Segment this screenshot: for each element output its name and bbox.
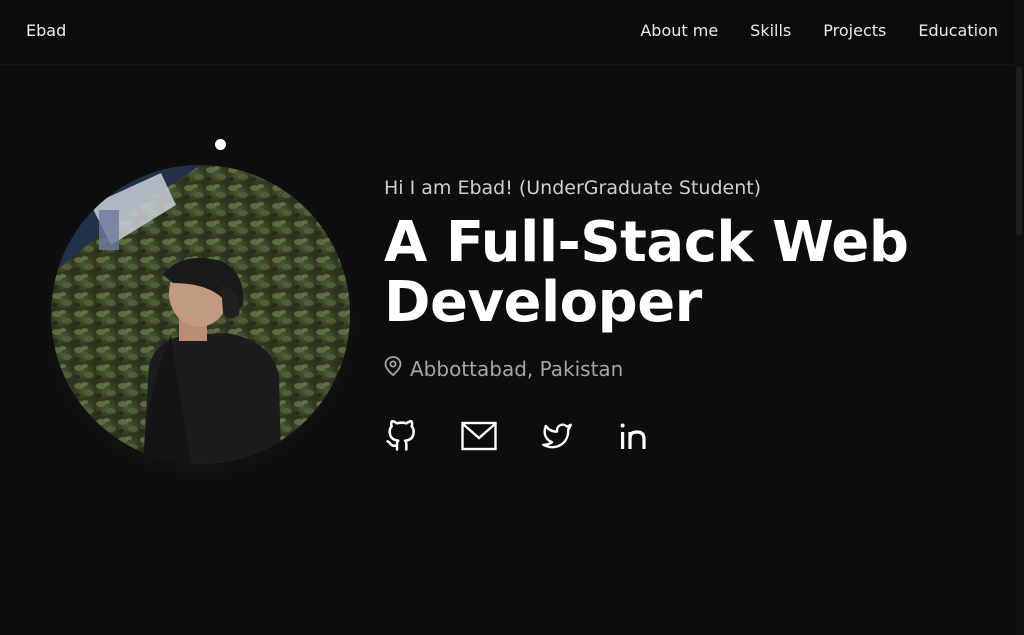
nav-item-projects: Projects <box>823 21 886 40</box>
profile-photo <box>51 165 350 464</box>
twitter-icon <box>540 421 574 455</box>
brand-logo-link[interactable]: Ebad <box>26 21 66 40</box>
twitter-link[interactable] <box>540 421 574 455</box>
nav-link-about-me[interactable]: About me <box>640 21 718 40</box>
social-links <box>384 420 984 456</box>
hero-headline: A Full-Stack Web Developer <box>384 213 984 333</box>
headline-line-1: A Full-Stack Web <box>384 210 909 275</box>
hero-greeting: Hi I am Ebad! (UnderGraduate Student) <box>384 177 762 199</box>
mail-icon <box>461 421 497 455</box>
github-link[interactable] <box>384 420 418 456</box>
nav-links: About me Skills Projects Education <box>640 21 998 40</box>
navbar: Ebad About me Skills Projects Education <box>0 0 1014 65</box>
nav-item-about: About me <box>640 21 718 40</box>
location-text: Abbottabad, Pakistan <box>410 356 624 381</box>
linkedin-link[interactable] <box>618 421 652 455</box>
scrollbar[interactable] <box>1014 0 1024 635</box>
nav-link-education[interactable]: Education <box>918 21 998 40</box>
map-pin-icon <box>384 356 402 381</box>
decorative-dot <box>215 139 226 150</box>
location: Abbottabad, Pakistan <box>384 356 984 381</box>
github-icon <box>385 420 417 456</box>
nav-item-skills: Skills <box>750 21 791 40</box>
scrollbar-thumb[interactable] <box>1016 66 1022 236</box>
hero-section: Hi I am Ebad! (UnderGraduate Student) A … <box>384 175 984 455</box>
linkedin-icon <box>618 419 652 457</box>
nav-link-projects[interactable]: Projects <box>823 21 886 40</box>
email-link[interactable] <box>461 421 497 455</box>
nav-item-education: Education <box>918 21 998 40</box>
headline-line-2: Developer <box>384 270 702 335</box>
nav-link-skills[interactable]: Skills <box>750 21 791 40</box>
